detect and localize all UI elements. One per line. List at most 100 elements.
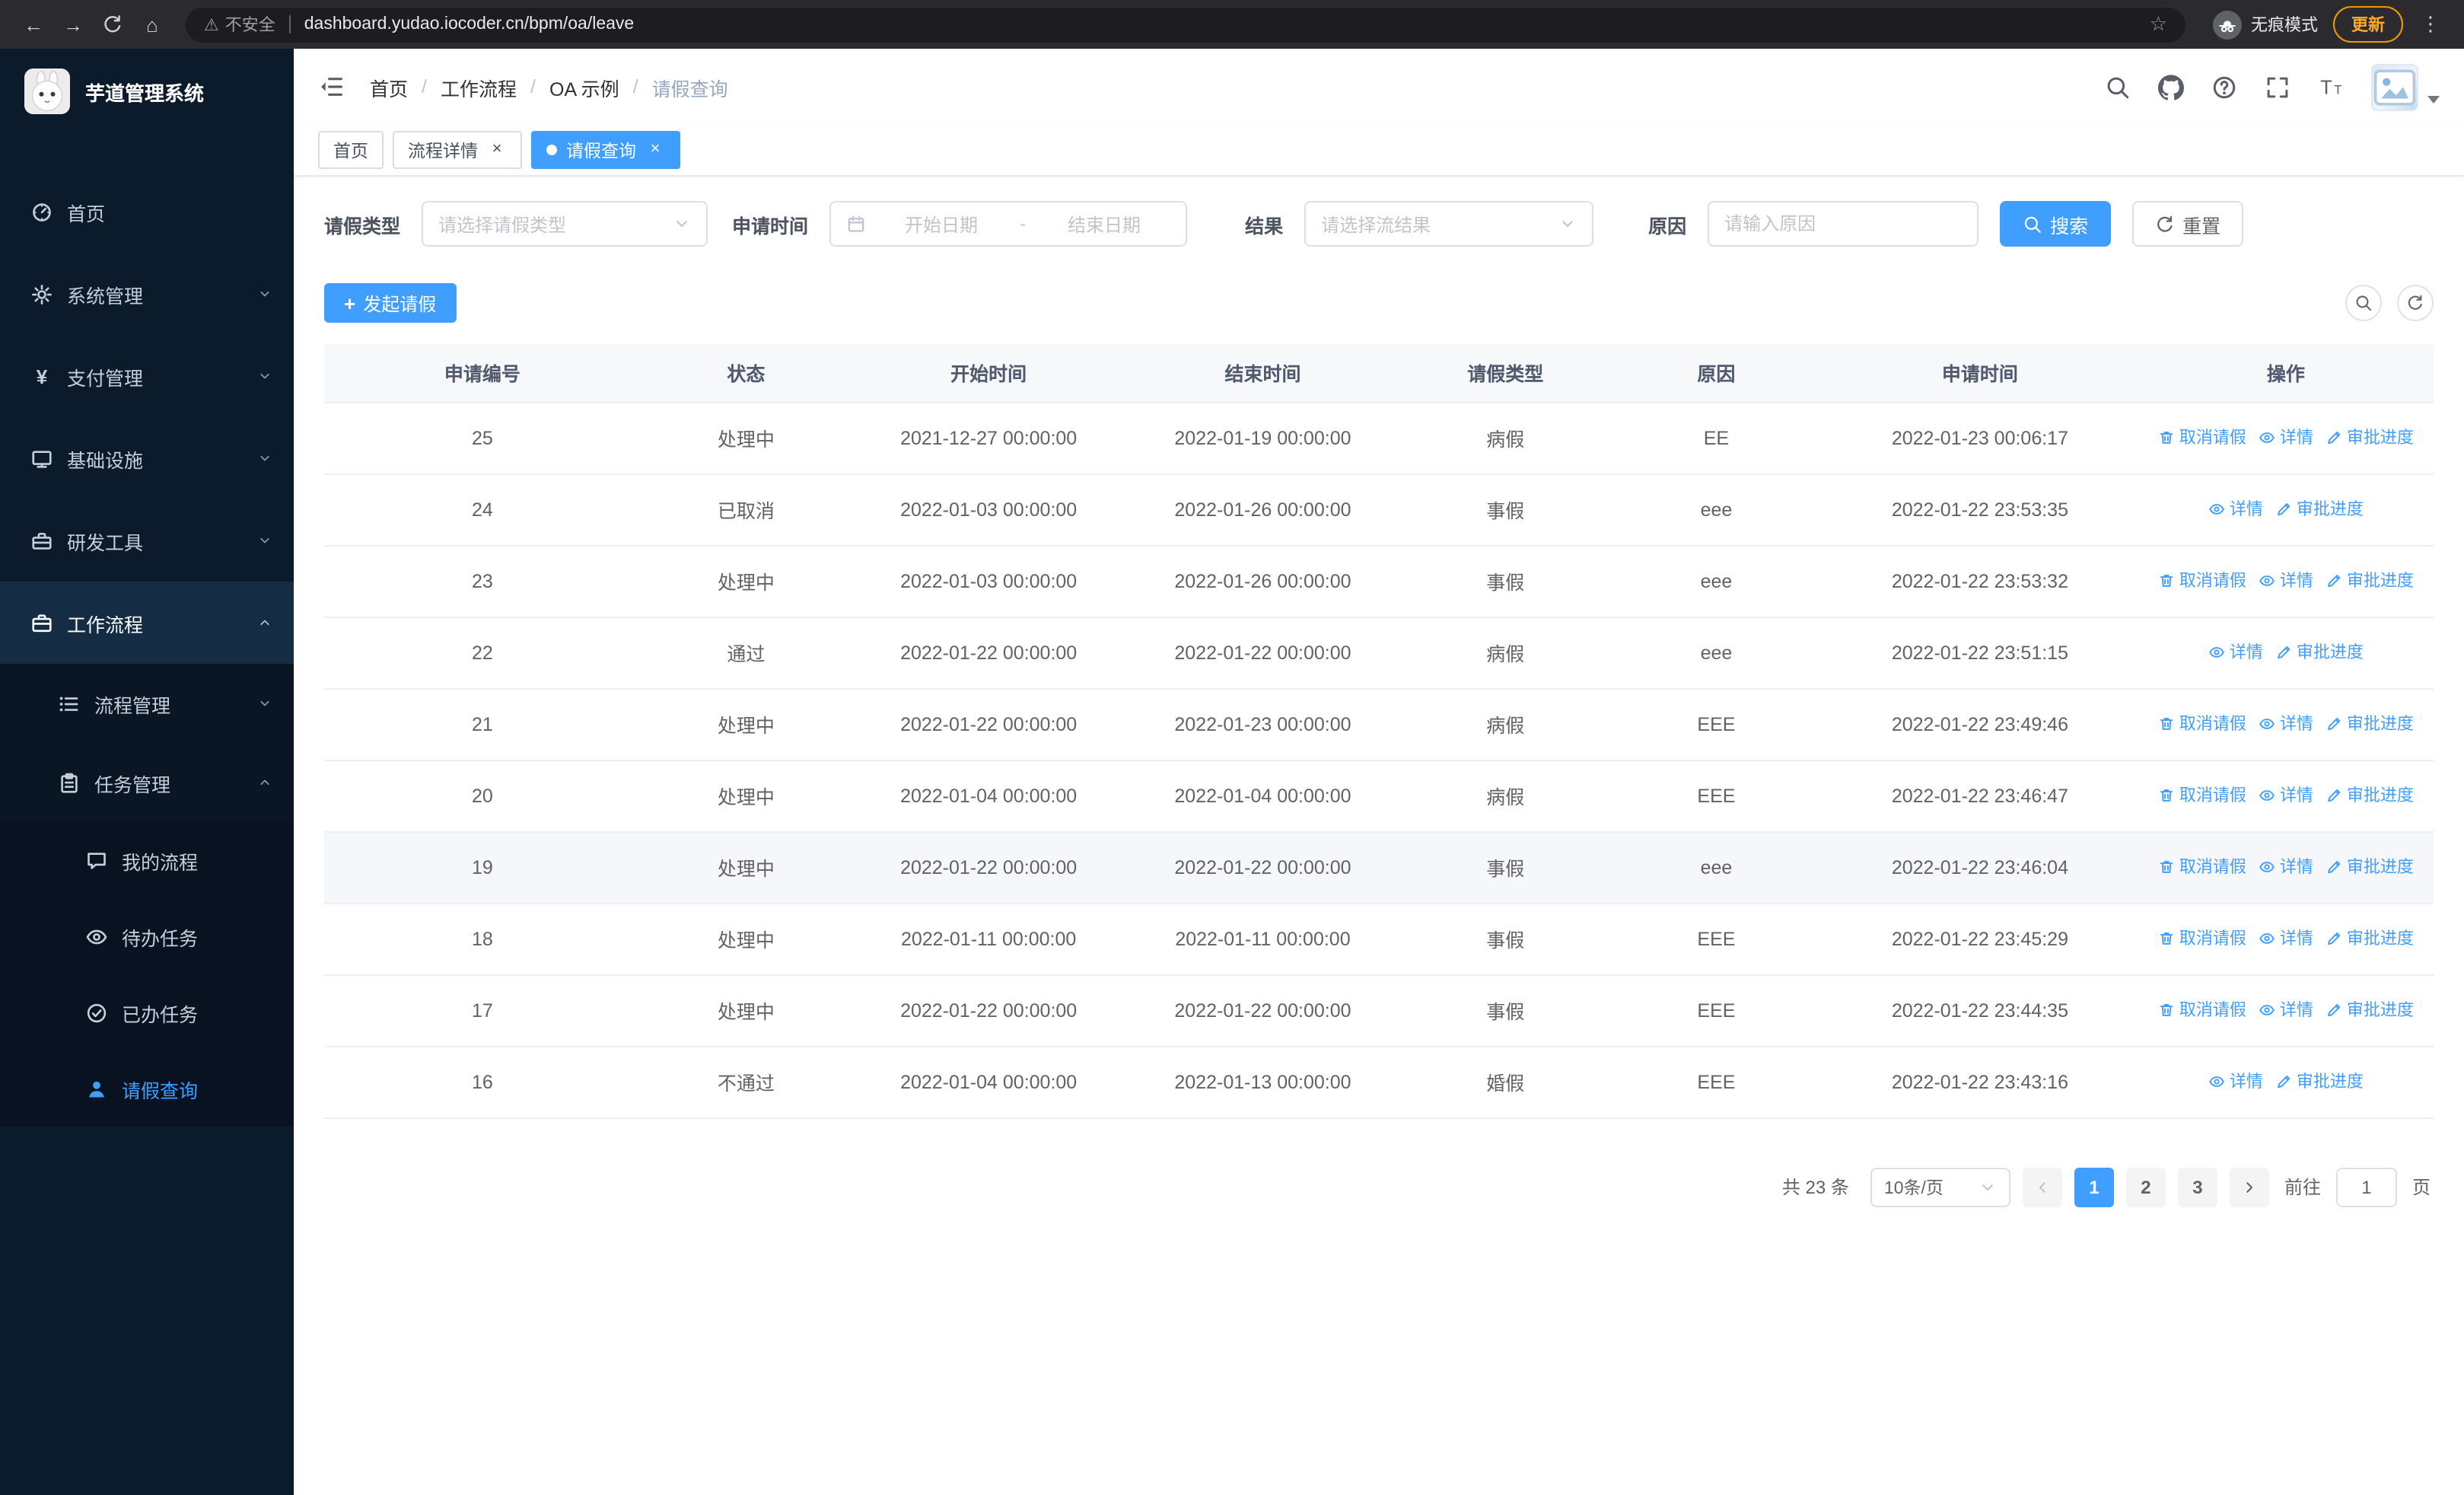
- update-button[interactable]: 更新: [2333, 6, 2403, 43]
- row-action-cancel-leave[interactable]: 取消请假: [2158, 426, 2246, 450]
- page-size-select[interactable]: 10条/页: [1870, 1167, 2010, 1207]
- sidebar-item-payment[interactable]: ¥ 支付管理: [0, 335, 294, 417]
- address-bar[interactable]: ⚠ 不安全 dashboard.yudao.iocoder.cn/bpm/oa/…: [186, 7, 2185, 42]
- reload-icon[interactable]: [94, 6, 131, 43]
- row-action-detail[interactable]: 详情: [2208, 1069, 2263, 1094]
- row-action-approval-progress[interactable]: 审批进度: [2326, 569, 2414, 593]
- row-action-detail[interactable]: 详情: [2259, 712, 2313, 736]
- sidebar-item-task-mgmt[interactable]: 任务管理: [0, 743, 294, 822]
- detail-icon: [2259, 930, 2275, 947]
- help-icon[interactable]: [2211, 74, 2237, 100]
- row-action-approval-progress[interactable]: 审批进度: [2275, 497, 2364, 521]
- row-action-cancel-leave[interactable]: 取消请假: [2158, 926, 2246, 951]
- row-action-cancel-leave[interactable]: 取消请假: [2158, 855, 2246, 879]
- cell-end-time: 2022-01-23 00:00:00: [1125, 688, 1400, 760]
- search-button[interactable]: 搜索: [2000, 201, 2112, 247]
- result-select[interactable]: 请选择流结果: [1304, 201, 1594, 247]
- sidebar-item-devtools[interactable]: 研发工具: [0, 499, 294, 582]
- sidebar-item-workflow[interactable]: 工作流程: [0, 582, 294, 664]
- sidebar-collapse-icon[interactable]: [318, 73, 345, 100]
- bookmark-star-icon[interactable]: ☆: [2150, 12, 2167, 37]
- sidebar-item-my-process[interactable]: 我的流程: [0, 822, 294, 898]
- cell-apply-time: 2022-01-22 23:53:35: [1822, 473, 2138, 546]
- search-icon[interactable]: [2105, 74, 2131, 100]
- row-action-approval-progress[interactable]: 审批进度: [2275, 1069, 2364, 1094]
- row-action-detail[interactable]: 详情: [2208, 497, 2263, 521]
- row-action-cancel-leave[interactable]: 取消请假: [2158, 712, 2246, 736]
- tab-close-icon[interactable]: ×: [645, 140, 665, 160]
- back-icon[interactable]: ←: [15, 6, 52, 43]
- cell-end-time: 2022-01-22 00:00:00: [1125, 831, 1400, 904]
- cell-end-time: 2022-01-11 00:00:00: [1125, 903, 1400, 975]
- create-leave-button[interactable]: + 发起请假: [324, 283, 457, 323]
- tab-process-detail[interactable]: 流程详情 ×: [393, 131, 522, 169]
- app-title: 芋道管理系统: [85, 81, 205, 104]
- page-button-3[interactable]: 3: [2177, 1167, 2217, 1207]
- home-icon[interactable]: ⌂: [134, 6, 170, 43]
- sidebar-item-infrastructure[interactable]: 基础设施: [0, 417, 294, 499]
- cell-status: 处理中: [640, 545, 852, 617]
- row-action-approval-progress[interactable]: 审批进度: [2326, 855, 2414, 879]
- next-page-button[interactable]: [2229, 1167, 2269, 1207]
- cell-leave-type: 事假: [1399, 974, 1611, 1047]
- cell-actions: 详情 审批进度: [2138, 473, 2434, 546]
- row-action-approval-progress[interactable]: 审批进度: [2275, 640, 2364, 665]
- detail-icon: [2259, 572, 2275, 589]
- tab-leave-query[interactable]: 请假查询 ×: [531, 131, 680, 169]
- browser-menu-icon[interactable]: ⋮: [2412, 6, 2449, 43]
- row-action-detail[interactable]: 详情: [2259, 855, 2313, 879]
- security-warning-label: 不安全: [224, 17, 275, 35]
- hide-search-button[interactable]: [2345, 285, 2382, 321]
- reason-label: 原因: [1648, 215, 1687, 237]
- breadcrumb-item[interactable]: OA 示例: [549, 72, 619, 101]
- prev-page-button[interactable]: [2022, 1167, 2062, 1207]
- cell-status: 处理中: [640, 760, 852, 832]
- reset-button[interactable]: 重置: [2132, 201, 2244, 247]
- page-button-1[interactable]: 1: [2074, 1167, 2114, 1207]
- action-label: 取消请假: [2179, 859, 2246, 878]
- sidebar-item-leave-query[interactable]: 请假查询: [0, 1050, 294, 1127]
- cell-end-time: 2022-01-26 00:00:00: [1125, 473, 1400, 546]
- row-action-detail[interactable]: 详情: [2208, 640, 2263, 665]
- font-size-icon[interactable]: TT: [2318, 74, 2344, 100]
- page-button-2[interactable]: 2: [2125, 1167, 2166, 1207]
- row-action-approval-progress[interactable]: 审批进度: [2326, 998, 2414, 1022]
- refresh-table-button[interactable]: [2397, 285, 2434, 321]
- sidebar-item-home[interactable]: 首页: [0, 171, 294, 253]
- cell-leave-type: 病假: [1399, 617, 1611, 689]
- forward-icon[interactable]: →: [55, 6, 91, 43]
- cell-id: 18: [324, 903, 641, 975]
- row-action-approval-progress[interactable]: 审批进度: [2326, 426, 2414, 450]
- sidebar-item-process-mgmt[interactable]: 流程管理: [0, 664, 294, 743]
- row-action-cancel-leave[interactable]: 取消请假: [2158, 569, 2246, 593]
- sidebar-item-todo-tasks[interactable]: 待办任务: [0, 898, 294, 974]
- row-action-approval-progress[interactable]: 审批进度: [2326, 783, 2414, 808]
- row-action-detail[interactable]: 详情: [2259, 569, 2313, 593]
- goto-page-input[interactable]: [2335, 1167, 2397, 1207]
- row-action-approval-progress[interactable]: 审批进度: [2326, 712, 2414, 736]
- row-action-approval-progress[interactable]: 审批进度: [2326, 926, 2414, 951]
- leave-type-label: 请假类型: [324, 215, 401, 237]
- action-label: 详情: [2229, 644, 2263, 663]
- fullscreen-icon[interactable]: [2265, 74, 2291, 100]
- row-action-detail[interactable]: 详情: [2259, 783, 2313, 808]
- github-icon[interactable]: [2158, 74, 2184, 100]
- reason-input[interactable]: [1708, 201, 1979, 247]
- table-header: 申请编号 状态 开始时间 结束时间 请假类型 原因 申请时间 操作: [324, 344, 2434, 403]
- leave-type-select[interactable]: 请选择请假类型: [422, 201, 708, 247]
- row-action-detail[interactable]: 详情: [2259, 998, 2313, 1022]
- row-action-cancel-leave[interactable]: 取消请假: [2158, 783, 2246, 808]
- user-avatar[interactable]: [2371, 63, 2440, 110]
- row-action-cancel-leave[interactable]: 取消请假: [2158, 998, 2246, 1022]
- apply-time-range[interactable]: 开始日期 - 结束日期: [829, 201, 1188, 247]
- address-divider: [288, 15, 291, 33]
- tab-close-icon[interactable]: ×: [487, 140, 507, 160]
- row-action-detail[interactable]: 详情: [2259, 426, 2313, 450]
- row-action-detail[interactable]: 详情: [2259, 926, 2313, 951]
- sidebar-item-system[interactable]: 系统管理: [0, 253, 294, 335]
- breadcrumb-item[interactable]: 工作流程: [441, 72, 517, 101]
- breadcrumb-item[interactable]: 首页: [370, 72, 408, 101]
- cancel-leave-icon: [2158, 716, 2175, 732]
- tab-home[interactable]: 首页: [318, 131, 384, 169]
- sidebar-item-done-tasks[interactable]: 已办任务: [0, 974, 294, 1050]
